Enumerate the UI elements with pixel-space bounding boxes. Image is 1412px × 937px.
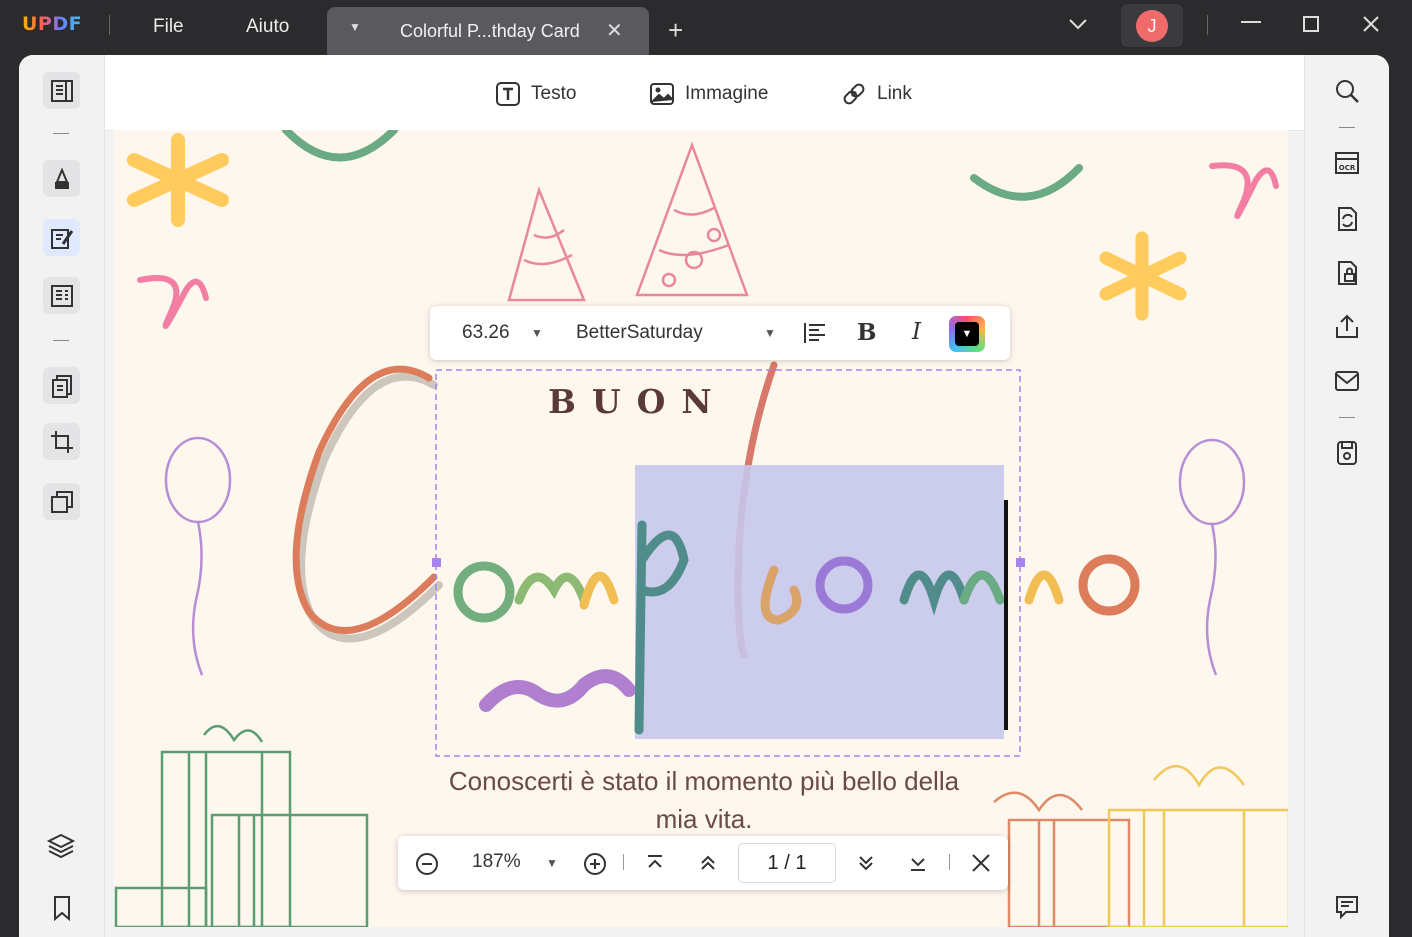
maximize-icon[interactable] <box>1302 15 1320 39</box>
menu-help[interactable]: Aiuto <box>246 16 289 38</box>
crop-button[interactable] <box>43 423 80 460</box>
comment-mode-button[interactable] <box>43 160 80 197</box>
crop-icon <box>50 430 73 453</box>
menu-file[interactable]: File <box>153 16 184 38</box>
right-sidebar: OCR <box>1304 55 1389 937</box>
last-page-icon[interactable] <box>908 853 928 878</box>
first-page-icon[interactable] <box>645 853 665 878</box>
font-size-value[interactable]: 63.26 <box>462 322 510 344</box>
page-number-input[interactable]: 1 / 1 <box>738 843 836 883</box>
book-icon <box>50 79 73 102</box>
divider <box>1339 417 1355 418</box>
text-icon <box>496 82 520 106</box>
next-page-icon[interactable] <box>856 853 876 878</box>
divider <box>109 15 110 35</box>
edit-mode-button[interactable] <box>43 219 80 256</box>
text-format-bar: 63.26 ▼ BetterSaturday ▼ B I ▼ <box>430 306 1010 360</box>
align-left-icon[interactable] <box>803 321 827 350</box>
add-link-label: Link <box>877 83 912 104</box>
share-icon[interactable] <box>1333 313 1361 346</box>
updf-logo[interactable]: UPDF <box>22 13 82 35</box>
ocr-icon[interactable]: OCR <box>1333 149 1361 182</box>
edit-pdf-icon <box>50 228 73 249</box>
zoom-dropdown-icon[interactable]: ▼ <box>546 856 558 870</box>
organize-pages-button[interactable] <box>43 367 80 404</box>
font-size-dropdown-icon[interactable]: ▼ <box>531 326 543 340</box>
save-icon[interactable] <box>1333 439 1361 472</box>
add-image-label: Immagine <box>685 83 769 104</box>
new-tab-icon[interactable]: + <box>668 15 683 46</box>
tab-dropdown-icon[interactable]: ▼ <box>349 20 361 34</box>
divider <box>1339 127 1355 128</box>
font-family-dropdown-icon[interactable]: ▼ <box>764 326 776 340</box>
convert-icon[interactable] <box>1333 205 1361 238</box>
bookmark-icon[interactable] <box>51 895 73 926</box>
star-decoration-right <box>1099 231 1187 321</box>
card-script-text[interactable]: Compleanno <box>0 0 1 1</box>
add-text-button[interactable]: Testo <box>495 81 576 107</box>
link-icon <box>843 83 865 105</box>
zoom-level[interactable]: 187% <box>472 851 521 873</box>
tab-title: Colorful P...thday Card <box>400 21 580 41</box>
tab-close-icon[interactable]: ✕ <box>606 18 623 43</box>
layers-copy-icon <box>50 490 73 513</box>
close-nav-icon[interactable] <box>971 853 991 878</box>
title-bar: UPDF File Aiuto ▼ Colorful P...thday Car… <box>0 0 1412 55</box>
reader-mode-button[interactable] <box>43 72 80 109</box>
divider <box>53 133 69 134</box>
highlighter-icon <box>54 166 69 189</box>
form-mode-button[interactable] <box>43 277 80 314</box>
card-message[interactable]: Conoscerti è stato il momento più bello … <box>434 762 974 838</box>
layers-icon[interactable] <box>46 831 76 866</box>
italic-button[interactable]: I <box>912 319 921 345</box>
zoom-in-icon[interactable] <box>583 852 607 881</box>
zoom-out-icon[interactable] <box>415 852 439 881</box>
protect-icon[interactable] <box>1333 259 1361 292</box>
card-heading-buon[interactable]: BUON <box>548 382 728 421</box>
add-link-button[interactable]: Link <box>841 81 912 107</box>
divider <box>623 854 624 870</box>
comments-panel-icon[interactable] <box>1333 893 1361 926</box>
chevron-down-icon: ▼ <box>955 322 979 346</box>
star-decoration-left <box>127 133 229 227</box>
email-icon[interactable] <box>1333 367 1361 400</box>
svg-text:OCR: OCR <box>1339 164 1356 172</box>
font-family-value[interactable]: BetterSaturday <box>576 322 703 344</box>
document-tab[interactable]: ▼ Colorful P...thday Card ✕ <box>327 7 649 55</box>
add-text-label: Testo <box>531 83 577 104</box>
text-color-picker[interactable]: ▼ <box>949 316 985 352</box>
minimize-icon[interactable] <box>1240 10 1262 36</box>
search-icon[interactable] <box>1333 77 1361 110</box>
divider <box>949 854 950 870</box>
previous-page-icon[interactable] <box>698 853 718 878</box>
chevron-down-icon[interactable] <box>1068 14 1088 37</box>
add-image-button[interactable]: Immagine <box>649 81 768 107</box>
watermark-button[interactable] <box>43 483 80 520</box>
user-avatar-button[interactable]: J <box>1121 4 1183 47</box>
divider <box>53 340 69 341</box>
bold-button[interactable]: B <box>857 319 876 346</box>
pages-icon <box>51 374 72 398</box>
left-sidebar <box>19 55 105 937</box>
close-window-icon[interactable] <box>1362 15 1380 39</box>
image-icon <box>650 83 674 105</box>
edit-toolbar: Testo Immagine Link <box>105 55 1305 131</box>
divider <box>1207 15 1208 35</box>
page-navigation-bar: 187% ▼ 1 / 1 <box>398 836 1008 890</box>
form-icon <box>50 284 73 307</box>
avatar: J <box>1136 10 1168 42</box>
